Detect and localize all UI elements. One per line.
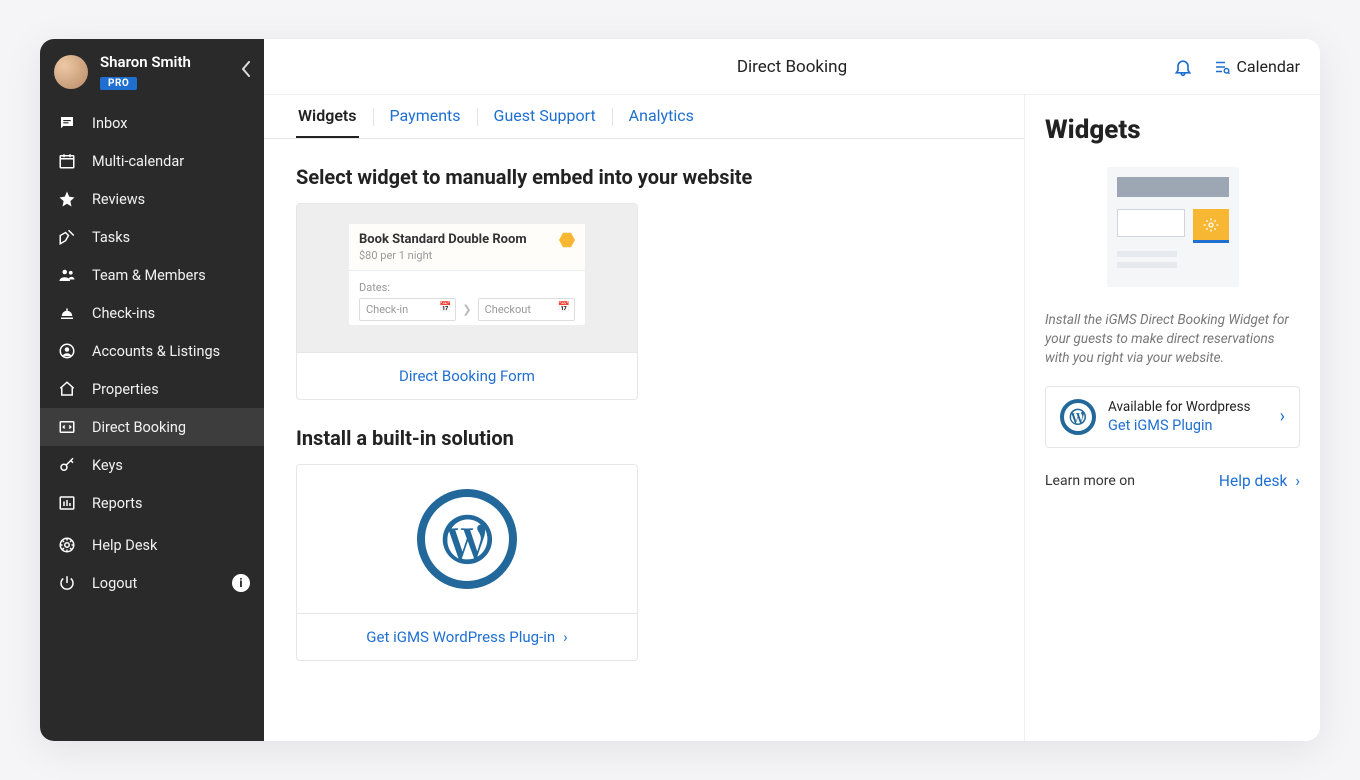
calendar-label: Calendar xyxy=(1237,57,1300,76)
widget-card-footer[interactable]: Direct Booking Form xyxy=(297,352,637,399)
people-icon xyxy=(56,266,78,284)
key-icon xyxy=(56,456,78,474)
sidebar-item-reports[interactable]: Reports xyxy=(40,484,264,522)
sidebar-item-keys[interactable]: Keys xyxy=(40,446,264,484)
sidebar-item-label: Logout xyxy=(92,575,137,592)
learn-more-label: Learn more on xyxy=(1045,473,1135,489)
sidebar-item-label: Keys xyxy=(92,457,123,474)
sidebar-item-checkins[interactable]: Check-ins xyxy=(40,294,264,332)
wordpress-icon xyxy=(1060,399,1096,435)
sidebar: Sharon Smith PRO Inbox Multi-calendar xyxy=(40,39,264,741)
checkout-input: Checkout xyxy=(478,298,575,321)
sidebar-item-team[interactable]: Team & Members xyxy=(40,256,264,294)
sidebar-item-reviews[interactable]: Reviews xyxy=(40,180,264,218)
sidebar-item-label: Multi-calendar xyxy=(92,153,184,170)
sidebar-item-logout[interactable]: Logout i xyxy=(40,564,264,602)
section-embed-title: Select widget to manually embed into you… xyxy=(296,165,992,189)
sidebar-footer: Help Desk Logout i xyxy=(40,526,264,733)
calendar-search-icon xyxy=(1213,58,1231,76)
checkin-input: Check-in xyxy=(359,298,456,321)
plugin-card[interactable]: Get iGMS WordPress Plug-in › xyxy=(296,464,638,661)
sidebar-item-label: Help Desk xyxy=(92,537,157,554)
main-content: Direct Booking Calendar Widgets Paym xyxy=(264,39,1320,741)
widget-card[interactable]: Book Standard Double Room $80 per 1 nigh… xyxy=(296,203,638,400)
wp-get-plugin-link: Get iGMS Plugin xyxy=(1108,417,1268,434)
user-name: Sharon Smith xyxy=(100,53,191,71)
calendar-link[interactable]: Calendar xyxy=(1213,57,1300,76)
widget-room-price: $80 per 1 night xyxy=(359,249,527,262)
app-window: Sharon Smith PRO Inbox Multi-calendar xyxy=(40,39,1320,741)
section-install-title: Install a built-in solution xyxy=(296,426,992,450)
user-circle-icon xyxy=(56,342,78,360)
star-icon xyxy=(56,190,78,208)
tab-payments[interactable]: Payments xyxy=(388,95,463,138)
chevron-right-icon: › xyxy=(1280,406,1285,427)
pro-badge: PRO xyxy=(100,77,137,90)
sidebar-item-help-desk[interactable]: Help Desk xyxy=(40,526,264,564)
chat-icon xyxy=(56,114,78,132)
tab-analytics[interactable]: Analytics xyxy=(627,95,696,138)
sidebar-item-label: Accounts & Listings xyxy=(92,343,220,360)
sidebar-item-tasks[interactable]: Tasks xyxy=(40,218,264,256)
sidebar-item-label: Reviews xyxy=(92,191,145,208)
dates-label: Dates: xyxy=(359,281,575,294)
chevron-right-icon: › xyxy=(1295,472,1300,490)
help-icon xyxy=(56,536,78,554)
widget-illustration xyxy=(1107,167,1239,287)
sidebar-item-properties[interactable]: Properties xyxy=(40,370,264,408)
chart-icon xyxy=(56,494,78,512)
gear-icon xyxy=(1193,209,1229,243)
code-widget-icon xyxy=(56,418,78,436)
power-icon xyxy=(56,574,78,592)
sidebar-item-label: Reports xyxy=(92,495,143,512)
right-panel-desc: Install the iGMS Direct Booking Widget f… xyxy=(1045,311,1300,368)
sidebar-item-label: Properties xyxy=(92,381,159,398)
sidebar-header: Sharon Smith PRO xyxy=(40,39,264,100)
hex-icon xyxy=(559,232,575,248)
collapse-sidebar-icon[interactable] xyxy=(241,61,250,77)
sidebar-nav: Inbox Multi-calendar Reviews Tasks xyxy=(40,104,264,522)
info-icon[interactable]: i xyxy=(232,574,250,592)
tab-guest-support[interactable]: Guest Support xyxy=(492,95,598,138)
help-desk-link[interactable]: Help desk › xyxy=(1219,472,1300,490)
wordpress-plugin-link-card[interactable]: Available for Wordpress Get iGMS Plugin … xyxy=(1045,386,1300,448)
broom-icon xyxy=(56,228,78,246)
avatar[interactable] xyxy=(54,55,88,89)
page-title: Direct Booking xyxy=(737,57,847,77)
widget-room-title: Book Standard Double Room xyxy=(359,232,527,247)
plugin-card-footer[interactable]: Get iGMS WordPress Plug-in › xyxy=(297,613,637,660)
sidebar-item-inbox[interactable]: Inbox xyxy=(40,104,264,142)
sidebar-item-label: Team & Members xyxy=(92,267,206,284)
sidebar-item-direct-booking[interactable]: Direct Booking xyxy=(40,408,264,446)
sidebar-item-label: Inbox xyxy=(92,115,127,132)
chevron-right-icon: ❯ xyxy=(462,303,471,316)
sidebar-item-label: Direct Booking xyxy=(92,419,186,436)
sidebar-item-label: Check-ins xyxy=(92,305,155,322)
wordpress-icon xyxy=(417,489,517,589)
tabs: Widgets Payments Guest Support Analytics xyxy=(264,95,1024,139)
calendar-icon xyxy=(56,152,78,170)
topbar: Direct Booking Calendar xyxy=(264,39,1320,95)
right-panel: Widgets Install the iGMS Direct Booking … xyxy=(1024,95,1320,741)
wp-available-label: Available for Wordpress xyxy=(1108,399,1268,415)
bell-service-icon xyxy=(56,304,78,322)
tab-widgets[interactable]: Widgets xyxy=(296,95,359,138)
house-icon xyxy=(56,380,78,398)
sidebar-item-label: Tasks xyxy=(92,229,130,246)
chevron-right-icon: › xyxy=(563,628,568,646)
sidebar-item-multi-calendar[interactable]: Multi-calendar xyxy=(40,142,264,180)
sidebar-item-accounts[interactable]: Accounts & Listings xyxy=(40,332,264,370)
right-panel-title: Widgets xyxy=(1045,115,1300,145)
notifications-icon[interactable] xyxy=(1173,57,1193,77)
